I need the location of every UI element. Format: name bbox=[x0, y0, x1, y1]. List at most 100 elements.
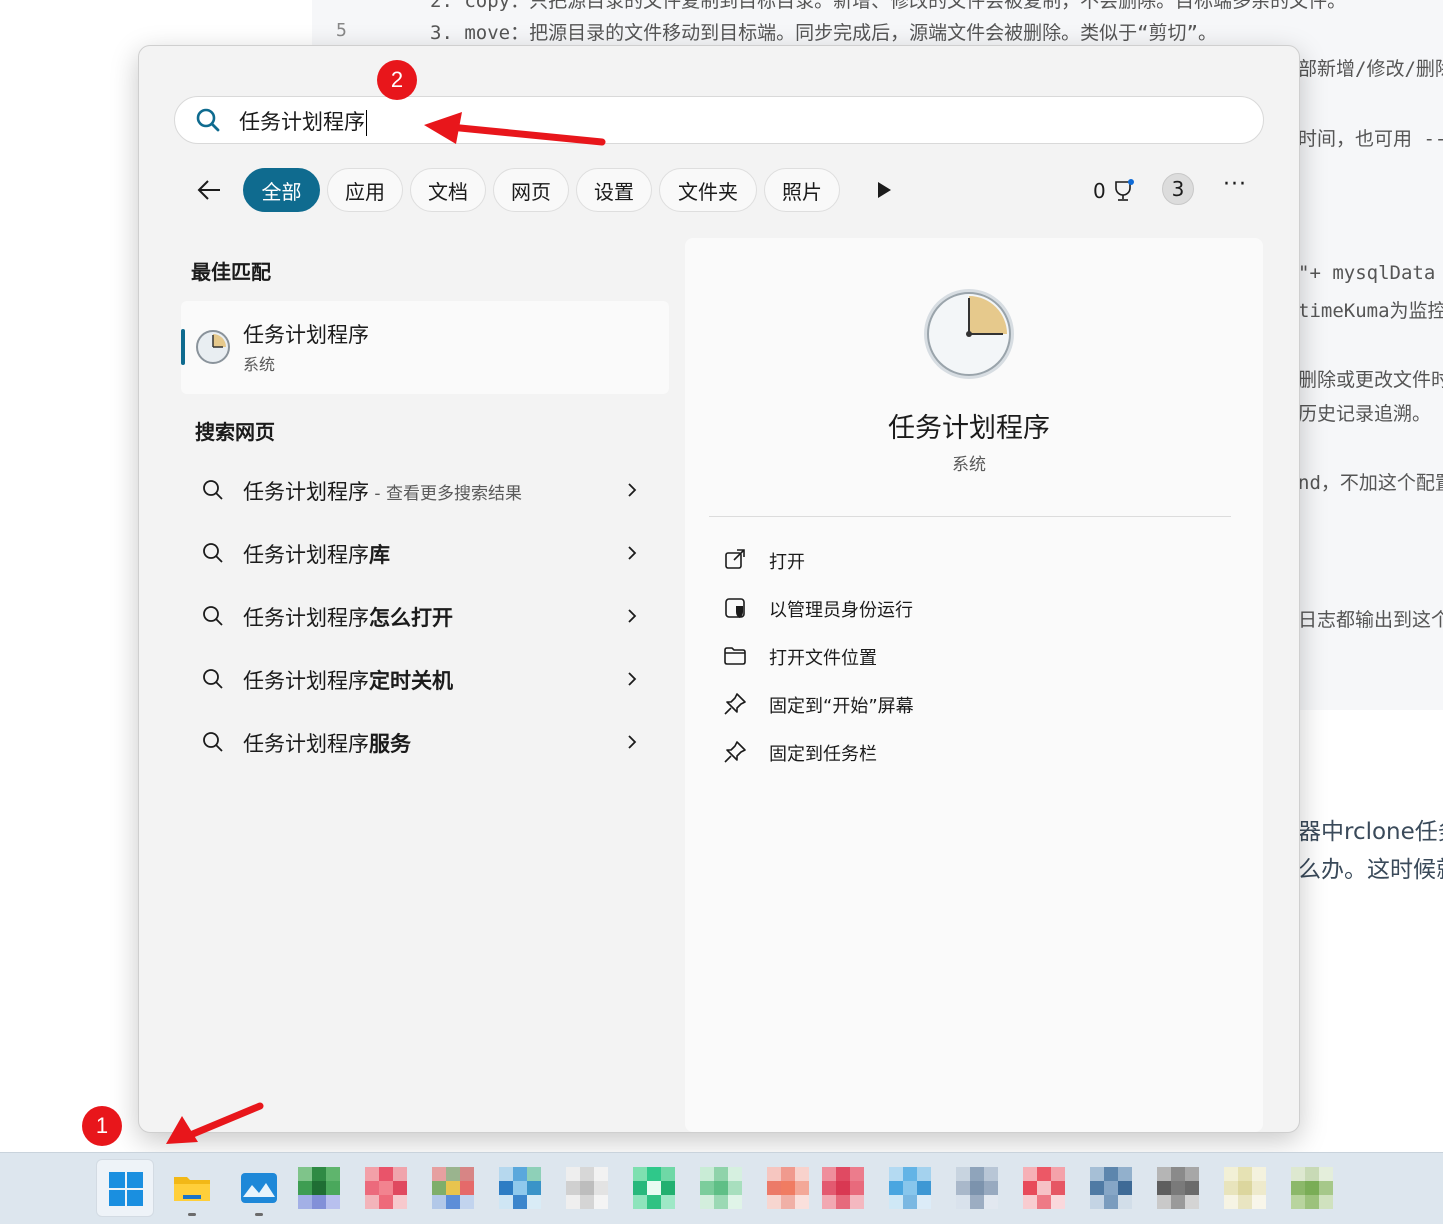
task-scheduler-clock-icon bbox=[196, 330, 230, 364]
blurred-app-icon[interactable] bbox=[1023, 1167, 1065, 1209]
running-indicator bbox=[188, 1213, 196, 1216]
web-search-hint: - 查看更多搜索结果 bbox=[369, 484, 522, 504]
search-icon bbox=[203, 480, 223, 500]
background-text-snippet: 删除或更改文件时 bbox=[1298, 369, 1443, 391]
action-pin-to-taskbar[interactable]: 固定到任务栏 bbox=[723, 734, 1203, 770]
web-search-label: 任务计划程序定时关机 bbox=[243, 665, 453, 695]
search-icon bbox=[203, 732, 223, 752]
rewards-points-value: 0 bbox=[1093, 179, 1106, 203]
action-label: 以管理员身份运行 bbox=[769, 600, 913, 621]
windows-logo-icon bbox=[109, 1172, 143, 1206]
shield-admin-icon bbox=[725, 598, 745, 618]
filter-chip-apps[interactable]: 应用 bbox=[327, 168, 403, 212]
best-match-result[interactable]: 任务计划程序 系统 bbox=[181, 301, 669, 394]
trophy-icon bbox=[1114, 179, 1134, 201]
web-search-item[interactable]: 任务计划程序怎么打开 bbox=[181, 588, 669, 644]
web-search-item[interactable]: 任务计划程序库 bbox=[181, 525, 669, 581]
background-text-snippet: timeKuma为监控 bbox=[1298, 300, 1443, 322]
chevron-right-icon bbox=[628, 546, 637, 560]
filter-chip-photos[interactable]: 照片 bbox=[764, 168, 840, 212]
photos-app-icon[interactable] bbox=[238, 1167, 280, 1209]
web-search-text: 任务计划程序 bbox=[243, 732, 369, 756]
blurred-app-icon[interactable] bbox=[1291, 1167, 1333, 1209]
annotation-arrow-2 bbox=[424, 112, 606, 146]
search-icon bbox=[203, 669, 223, 689]
web-search-label: 任务计划程序库 bbox=[243, 539, 390, 569]
web-search-suffix: 怎么打开 bbox=[369, 606, 453, 630]
web-search-heading: 搜索网页 bbox=[195, 420, 275, 444]
pin-icon bbox=[724, 693, 746, 715]
chevron-right-icon bbox=[628, 609, 637, 623]
filter-chip-settings[interactable]: 设置 bbox=[576, 168, 652, 212]
chevron-right-icon bbox=[628, 483, 637, 497]
running-indicator bbox=[255, 1213, 263, 1216]
background-text-snippet: 日志都输出到这个 bbox=[1298, 609, 1443, 631]
open-external-icon bbox=[725, 549, 745, 569]
action-open[interactable]: 打开 bbox=[723, 542, 1203, 578]
background-code-line: 3. move：把源目录的文件移动到目标端。同步完成后，源端文件会被删除。类似于… bbox=[430, 22, 1217, 44]
start-search-panel: 任务计划程序 全部 应用 文档 网页 设置 文件夹 照片 0 3 ··· 最佳匹… bbox=[138, 45, 1300, 1133]
filter-chip-web[interactable]: 网页 bbox=[493, 168, 569, 212]
file-explorer-icon[interactable] bbox=[171, 1167, 213, 1209]
folder-icon bbox=[724, 647, 746, 665]
selection-accent bbox=[181, 329, 185, 365]
filter-chip-documents[interactable]: 文档 bbox=[410, 168, 486, 212]
blurred-app-icon[interactable] bbox=[822, 1167, 864, 1209]
best-match-name: 任务计划程序 bbox=[243, 323, 369, 347]
blurred-app-icon[interactable] bbox=[700, 1167, 742, 1209]
blurred-app-icon[interactable] bbox=[499, 1167, 541, 1209]
blurred-app-icon[interactable] bbox=[1157, 1167, 1199, 1209]
web-search-suffix: 服务 bbox=[369, 732, 411, 756]
blurred-app-icon[interactable] bbox=[365, 1167, 407, 1209]
web-search-suffix: 定时关机 bbox=[369, 669, 453, 693]
background-text-snippet: 历史记录追溯。 bbox=[1298, 403, 1432, 425]
blurred-app-icon[interactable] bbox=[767, 1167, 809, 1209]
blurred-app-icon[interactable] bbox=[633, 1167, 675, 1209]
web-search-text: 任务计划程序 bbox=[243, 669, 369, 693]
rewards-points[interactable]: 0 bbox=[1093, 178, 1136, 204]
action-label: 打开文件位置 bbox=[769, 648, 877, 669]
search-icon bbox=[196, 108, 220, 132]
blurred-app-icon[interactable] bbox=[298, 1167, 340, 1209]
divider bbox=[709, 516, 1231, 517]
annotation-marker-2: 2 bbox=[377, 60, 417, 100]
account-badge[interactable]: 3 bbox=[1162, 173, 1194, 205]
web-search-label: 任务计划程序怎么打开 bbox=[243, 602, 453, 632]
line-number: 5 bbox=[336, 20, 347, 41]
back-arrow-icon[interactable] bbox=[195, 176, 223, 204]
blurred-app-icon[interactable] bbox=[566, 1167, 608, 1209]
background-article-text: 么办。这时候就 bbox=[1298, 857, 1443, 883]
blurred-app-icon[interactable] bbox=[432, 1167, 474, 1209]
start-button[interactable] bbox=[96, 1159, 154, 1217]
action-label: 打开 bbox=[769, 552, 805, 573]
action-open-file-location[interactable]: 打开文件位置 bbox=[723, 638, 1203, 674]
action-label: 固定到任务栏 bbox=[769, 744, 877, 765]
blurred-app-icon[interactable] bbox=[1224, 1167, 1266, 1209]
filter-chip-folders[interactable]: 文件夹 bbox=[659, 168, 757, 212]
blurred-app-icon[interactable] bbox=[956, 1167, 998, 1209]
background-text-snippet: 部新增/修改/删除 bbox=[1298, 58, 1443, 80]
filter-bar: 全部 应用 文档 网页 设置 文件夹 照片 0 3 ··· bbox=[195, 168, 1255, 214]
chevron-right-icon bbox=[628, 672, 637, 686]
more-options-button[interactable]: ··· bbox=[1223, 172, 1247, 197]
filter-chip-all[interactable]: 全部 bbox=[243, 168, 320, 212]
web-search-item[interactable]: 任务计划程序定时关机 bbox=[181, 651, 669, 707]
search-icon bbox=[203, 543, 223, 563]
blurred-app-icon[interactable] bbox=[889, 1167, 931, 1209]
search-icon bbox=[203, 606, 223, 626]
search-input[interactable]: 任务计划程序 bbox=[174, 96, 1264, 144]
detail-title: 任务计划程序 bbox=[888, 413, 1050, 444]
result-detail-panel: 任务计划程序 系统 打开 以管理员身份运行 打开文件位置 固定到“开始”屏幕 固… bbox=[685, 238, 1263, 1132]
more-filters-play-icon[interactable] bbox=[873, 178, 895, 202]
web-search-suffix: 库 bbox=[369, 543, 390, 567]
text-caret bbox=[366, 110, 367, 136]
action-pin-to-start[interactable]: 固定到“开始”屏幕 bbox=[723, 686, 1203, 722]
annotation-arrow-1 bbox=[166, 1102, 264, 1144]
blurred-app-icon[interactable] bbox=[1090, 1167, 1132, 1209]
action-run-as-admin[interactable]: 以管理员身份运行 bbox=[723, 590, 1203, 626]
web-search-item[interactable]: 任务计划程序服务 bbox=[181, 714, 669, 770]
search-query-value: 任务计划程序 bbox=[239, 110, 365, 134]
action-label: 固定到“开始”屏幕 bbox=[769, 696, 914, 717]
detail-subtitle: 系统 bbox=[952, 455, 986, 475]
web-search-item[interactable]: 任务计划程序 - 查看更多搜索结果 bbox=[181, 462, 669, 518]
